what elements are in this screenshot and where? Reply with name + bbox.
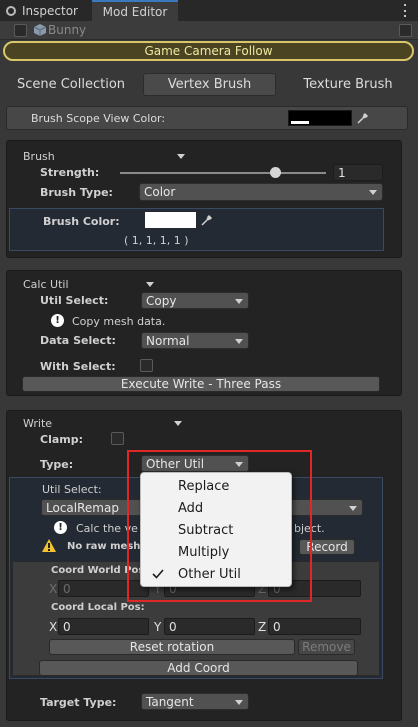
calc-util-header: Calc Util	[23, 278, 69, 291]
calc-util-panel: Calc Util Util Select: Copy ! Copy mesh …	[6, 270, 402, 396]
brush-panel: Brush Strength: 1 Brush Type: Color Brus…	[6, 140, 402, 258]
strength-slider-track[interactable]	[120, 172, 326, 174]
util-select-label: Util Select:	[40, 294, 109, 307]
with-select-label: With Select:	[40, 360, 116, 373]
info-icon: !	[54, 521, 67, 534]
brush-scope-label: Brush Scope View Color:	[31, 112, 166, 125]
tab-inspector[interactable]: Inspector	[0, 0, 90, 21]
remove-button: Remove	[298, 639, 355, 655]
brush-scope-row: Brush Scope View Color:	[6, 106, 408, 130]
game-camera-follow-label: Game Camera Follow	[144, 44, 273, 58]
calc-util-select-dropdown[interactable]: Copy	[141, 292, 249, 309]
object-active-checkbox[interactable]	[14, 24, 27, 37]
tab-scene-collection[interactable]: Scene Collection	[10, 73, 132, 95]
brush-color-eyedropper-icon[interactable]	[197, 210, 217, 230]
reset-rotation-button[interactable]: Reset rotation	[49, 639, 295, 655]
window-tab-bar: Inspector Mod Editor	[0, 0, 418, 21]
strength-input[interactable]: 1	[333, 164, 383, 181]
local-axis-y: Y	[154, 620, 162, 634]
tab-label: Inspector	[22, 3, 78, 18]
strength-label: Strength:	[40, 166, 100, 179]
write-header: Write	[23, 417, 53, 430]
brush-foldout-icon[interactable]	[177, 154, 185, 159]
data-select-label: Data Select:	[40, 334, 116, 347]
brush-type-value: Color	[144, 185, 176, 199]
brush-color-label: Brush Color:	[43, 215, 120, 228]
clamp-checkbox[interactable]	[111, 432, 124, 445]
write-util-select-label: Util Select:	[42, 483, 102, 496]
target-type-dropdown[interactable]: Tangent	[141, 693, 249, 710]
coord-local-label: Coord Local Pos:	[51, 602, 145, 613]
eyedropper-icon[interactable]	[353, 108, 373, 128]
world-axis-x: X	[49, 582, 58, 596]
brush-header: Brush	[23, 150, 55, 163]
info-icon: !	[51, 314, 64, 327]
strength-value: 1	[338, 165, 346, 180]
tab-mod-editor[interactable]: Mod Editor	[92, 0, 178, 21]
write-type-label: Type:	[40, 458, 74, 471]
local-x-field[interactable]: 0	[58, 618, 149, 635]
brush-color-box: Brush Color: ( 1, 1, 1, 1 )	[9, 208, 384, 251]
local-axis-x: X	[49, 620, 58, 634]
object-toggle-checkbox[interactable]	[399, 24, 412, 37]
inspector-tab-icon	[6, 5, 16, 16]
world-x-value: 0	[63, 581, 71, 596]
brush-type-label: Brush Type:	[40, 186, 113, 199]
write-foldout-icon[interactable]	[174, 421, 182, 426]
highlight-box	[127, 450, 312, 602]
add-coord-button[interactable]: Add Coord	[39, 660, 358, 676]
target-type-value: Tangent	[146, 694, 194, 709]
local-z-value: 0	[273, 619, 281, 634]
brush-scope-color-swatch[interactable]	[288, 110, 352, 126]
tab-label: Mod Editor	[102, 4, 168, 19]
calc-util-select-value: Copy	[146, 293, 177, 308]
brush-type-dropdown[interactable]: Color	[139, 183, 383, 201]
game-camera-follow-button[interactable]: Game Camera Follow	[3, 41, 414, 61]
brush-color-rgba: ( 1, 1, 1, 1 )	[124, 234, 189, 247]
write-util-select-value: LocalRemap	[46, 500, 119, 515]
brush-color-swatch[interactable]	[145, 212, 196, 228]
clamp-label: Clamp:	[40, 433, 84, 446]
local-y-field[interactable]: 0	[164, 618, 255, 635]
execute-write-button[interactable]: Execute Write - Three Pass	[22, 376, 380, 392]
warning-icon	[42, 539, 56, 552]
local-axis-z: Z	[258, 620, 267, 634]
calc-util-foldout-icon[interactable]	[146, 282, 154, 287]
object-name: Bunny	[48, 23, 87, 37]
target-type-label: Target Type:	[40, 696, 117, 709]
tab-texture-brush[interactable]: Texture Brush	[292, 73, 404, 95]
local-x-value: 0	[63, 619, 71, 634]
object-row: Bunny	[0, 21, 418, 40]
local-y-value: 0	[169, 619, 177, 634]
gameobject-cube-icon	[34, 24, 46, 36]
strength-slider-thumb[interactable]	[269, 167, 281, 178]
more-options-icon[interactable]	[400, 4, 410, 17]
calc-util-info-text: Copy mesh data.	[72, 315, 166, 328]
local-z-field[interactable]: 0	[268, 618, 361, 635]
data-select-value: Normal	[146, 333, 190, 348]
with-select-checkbox[interactable]	[140, 359, 153, 372]
data-select-dropdown[interactable]: Normal	[141, 332, 249, 349]
tab-vertex-brush[interactable]: Vertex Brush	[143, 73, 276, 96]
